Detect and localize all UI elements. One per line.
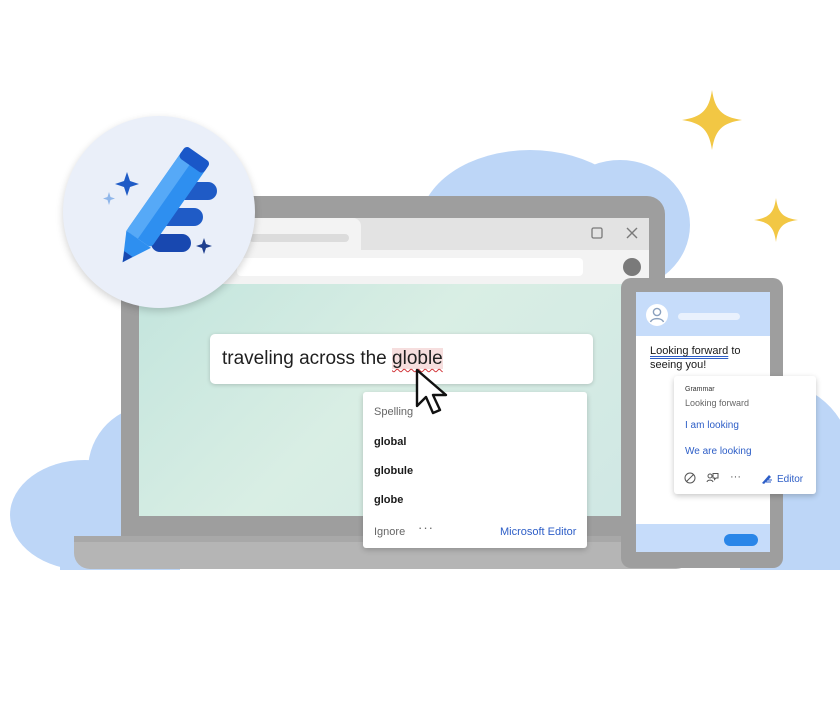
microsoft-editor-logo [63,116,255,308]
suggestion-item[interactable]: global [374,436,406,448]
block-icon[interactable] [684,472,696,487]
typed-text: traveling across the globle [222,348,443,370]
suggestion-item[interactable]: I am looking [685,420,739,431]
chat-header [636,292,770,336]
suggestion-item[interactable]: globe [374,494,403,506]
popup-category-label: Grammar [685,386,715,393]
sparkle-icon [754,198,798,242]
original-phrase: Looking forward [685,398,750,408]
more-options-button[interactable]: ··· [730,471,741,483]
spelling-suggestions-popup: Spelling global globule globe Ignore ···… [363,392,587,548]
text-input-box[interactable]: traveling across the globle [210,334,593,384]
suggestion-item[interactable]: We are looking [685,446,752,457]
microsoft-editor-link[interactable]: Microsoft Editor [500,526,576,538]
mouse-pointer-icon [414,368,452,423]
editor-logo-icon [103,147,217,263]
more-options-button[interactable]: ··· [418,520,434,535]
editor-pen-icon [760,472,773,490]
text-before: traveling across the [222,348,393,369]
editor-link[interactable]: Editor [777,474,803,485]
suggestion-item[interactable]: globule [374,465,413,477]
profile-icon[interactable] [623,258,641,276]
grammar-suggestions-popup: Grammar Looking forward I am looking We … [674,376,816,494]
address-bar[interactable] [237,258,583,276]
tab-title-placeholder [249,234,349,242]
popup-category-label: Spelling [374,406,414,418]
misspelled-word[interactable]: globle [392,348,443,369]
send-button[interactable] [724,534,758,546]
maximize-icon[interactable] [589,226,605,242]
feedback-icon[interactable] [706,472,719,488]
avatar[interactable] [646,304,668,326]
chat-message: Looking forward to seeing you! [650,344,770,372]
ignore-button[interactable]: Ignore [374,526,405,538]
grammar-flagged-phrase[interactable]: Looking forward [650,345,728,357]
contact-name-placeholder [678,313,740,320]
close-icon[interactable] [624,226,640,242]
sparkle-icon [682,90,742,150]
